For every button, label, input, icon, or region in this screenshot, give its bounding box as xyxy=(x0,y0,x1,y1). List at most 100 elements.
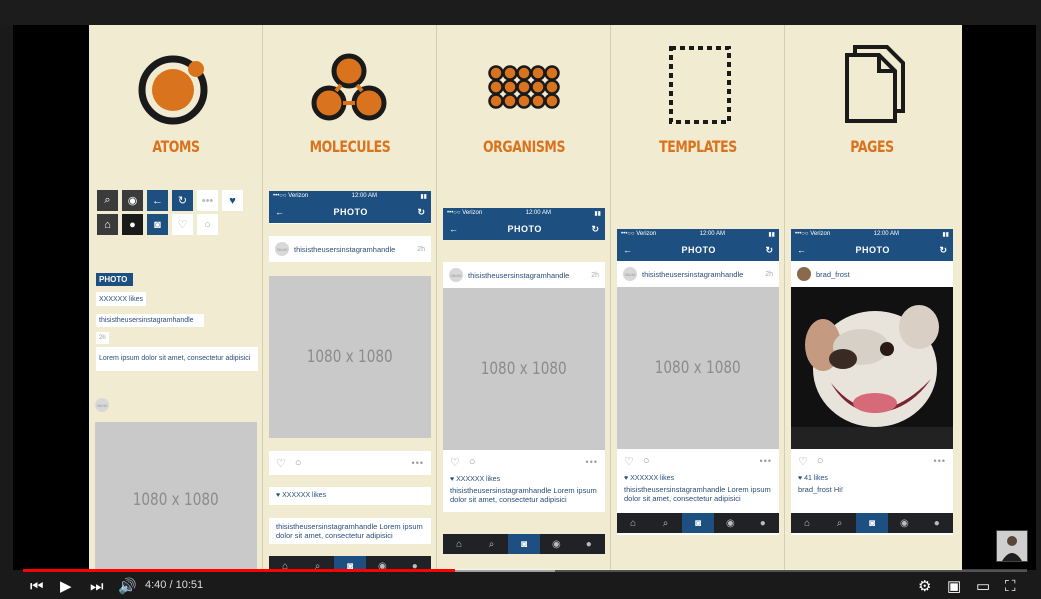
avatar: 36x36 xyxy=(449,268,463,282)
template-icon xyxy=(669,46,731,124)
comment-icon[interactable]: ○ xyxy=(295,457,302,469)
organism-icon xyxy=(488,65,560,109)
template-phone: •••○○ Verizon 12:00 AM ▮▮ ← PHOTO ↻ 36x36 thi… xyxy=(617,229,779,535)
time-atom: 2h xyxy=(96,332,109,344)
nav-bar: ← PHOTO ↻ xyxy=(617,239,779,261)
volume-icon[interactable]: 🔊 xyxy=(118,576,137,596)
time-display: 4:40 / 10:51 xyxy=(145,579,204,591)
column-templates: TEMPLATES •••○○ Verizon 12:00 AM ▮▮ ← PHOTO… xyxy=(611,25,785,570)
camera-icon: ◙ xyxy=(147,214,168,235)
home-icon[interactable]: ⌂ xyxy=(269,556,301,571)
profile-icon[interactable]: ● xyxy=(573,534,605,554)
image-placeholder: 1080 x 1080 xyxy=(269,276,431,438)
caption-text: brad_frost Hi! xyxy=(798,485,844,494)
search-icon[interactable]: ⌕ xyxy=(475,534,507,554)
pages-icon xyxy=(845,45,905,123)
nav-bar: ← PHOTO ↻ xyxy=(269,201,431,223)
previous-icon[interactable]: ⏮ xyxy=(30,576,44,596)
molecule-user-row: 36x36 thisistheusersinstagramhandle 2h xyxy=(269,236,431,262)
atom-icon xyxy=(138,55,208,125)
column-title-organisms: ORGANISMS xyxy=(482,137,566,156)
molecule-icon xyxy=(311,53,387,121)
likes-count: ♥ XXXXXX likes xyxy=(450,476,501,483)
back-arrow-icon: ← xyxy=(797,245,806,255)
molecule-header: •••○○ Verizon 12:00 AM ▮▮ ← PHOTO ↻ xyxy=(269,191,431,224)
theater-mode-icon[interactable]: ▭ xyxy=(976,576,990,596)
profile-icon[interactable]: ● xyxy=(747,513,779,533)
handle-link[interactable]: thisistheusersinstagramhandle xyxy=(468,271,586,280)
home-icon[interactable]: ⌂ xyxy=(617,513,649,533)
refresh-icon: ↻ xyxy=(765,244,773,255)
fullscreen-icon[interactable]: ⛶ xyxy=(1005,576,1016,596)
heart-outline-icon[interactable]: ♡ xyxy=(276,457,286,470)
home-icon[interactable]: ⌂ xyxy=(443,534,475,554)
search-icon[interactable]: ⌕ xyxy=(823,513,855,533)
lorem-atom: Lorem ipsum dolor sit amet, consectetur … xyxy=(96,347,258,371)
more-icon[interactable]: ••• xyxy=(412,458,424,468)
column-title-atoms: ATOMS xyxy=(152,137,200,156)
molecule-tabbar: ⌂ ⌕ ◙ ◉ ● xyxy=(269,556,431,570)
profile-icon[interactable]: ● xyxy=(399,556,431,571)
presenter-thumbnail xyxy=(996,530,1028,562)
more-icon[interactable]: ••• xyxy=(934,456,946,466)
handle-link[interactable]: thisistheusersinstagramhandle xyxy=(642,270,760,279)
profile-icon[interactable]: ● xyxy=(921,513,953,533)
molecule-actions: ♡ ○ ••• xyxy=(269,451,431,475)
image-placeholder: 1080 x 1080 xyxy=(617,287,779,449)
activity-icon[interactable]: ◉ xyxy=(888,513,920,533)
handle-link[interactable]: thisistheusersinstagramhandle xyxy=(294,245,412,254)
search-icon[interactable]: ⌕ xyxy=(301,556,333,571)
avatar: 36x36 xyxy=(623,267,637,281)
status-bar: •••○○ Verizon 12:00 AM ▮▮ xyxy=(617,229,779,239)
likes-count: ♥ XXXXXX likes xyxy=(624,475,675,482)
miniplayer-icon[interactable]: ▣ xyxy=(947,576,961,596)
home-icon[interactable]: ⌂ xyxy=(791,513,823,533)
column-molecules: MOLECULES •••○○ Verizon 12:00 AM ▮▮ ← PHOTO… xyxy=(263,25,437,570)
search-icon[interactable]: ⌕ xyxy=(649,513,681,533)
avatar-atom: 36x36 xyxy=(95,398,109,412)
heart-outline-icon[interactable]: ♡ xyxy=(450,456,460,469)
refresh-icon: ↻ xyxy=(591,223,599,234)
activity-icon[interactable]: ◉ xyxy=(714,513,746,533)
next-icon[interactable]: ⏭ xyxy=(90,576,104,596)
avatar xyxy=(797,267,811,281)
play-icon[interactable]: ▶ xyxy=(60,576,72,596)
comment-icon[interactable]: ○ xyxy=(817,455,824,467)
status-bar: •••○○ Verizon 12:00 AM ▮▮ xyxy=(269,191,431,201)
column-atoms: ATOMS ⌕ ◉ ← ↻ ••• ♥ ⌂ ● ◙ ♡ ○ PHOTO XXXX… xyxy=(89,25,263,570)
browser-top-bar xyxy=(0,0,1041,25)
caption-text: thisistheusersinstagramhandle Lorem ipsu… xyxy=(450,486,597,504)
avatar: 36x36 xyxy=(275,242,289,256)
more-icon[interactable]: ••• xyxy=(586,457,598,467)
search-icon: ⌕ xyxy=(97,190,118,211)
comment-icon[interactable]: ○ xyxy=(469,456,476,468)
camera-icon[interactable]: ◙ xyxy=(855,513,889,533)
molecule-caption: thisistheusersinstagramhandle Lorem ipsu… xyxy=(269,518,431,544)
nav-bar: ← PHOTO ↻ xyxy=(443,218,605,240)
video-frame[interactable]: ATOMS ⌕ ◉ ← ↻ ••• ♥ ⌂ ● ◙ ♡ ○ PHOTO XXXX… xyxy=(13,25,1036,570)
camera-icon[interactable]: ◙ xyxy=(507,534,541,554)
camera-icon[interactable]: ◙ xyxy=(333,556,367,570)
heart-outline-icon[interactable]: ♡ xyxy=(798,455,808,468)
more-icon: ••• xyxy=(197,190,218,211)
profile-icon: ● xyxy=(122,214,143,235)
activity-icon[interactable]: ◉ xyxy=(540,534,572,554)
caption-text: thisistheusersinstagramhandle Lorem ipsu… xyxy=(624,485,771,503)
photo-title-atom: PHOTO xyxy=(96,273,133,286)
page-phone: •••○○ Verizon 12:00 AM ▮▮ ← PHOTO ↻ brad_fro… xyxy=(791,229,953,535)
comment-icon[interactable]: ○ xyxy=(643,455,650,467)
settings-icon[interactable]: ⚙ xyxy=(918,576,931,596)
heart-outline-icon[interactable]: ♡ xyxy=(624,455,634,468)
likes-atom: XXXXXX likes xyxy=(96,292,146,306)
more-icon[interactable]: ••• xyxy=(760,456,772,466)
image-placeholder-atom: 1080 x 1080 xyxy=(95,422,257,570)
handle-link[interactable]: brad_frost xyxy=(816,270,947,279)
atomic-design-slide: ATOMS ⌕ ◉ ← ↻ ••• ♥ ⌂ ● ◙ ♡ ○ PHOTO XXXX… xyxy=(89,25,962,570)
handle-atom: thisistheusersinstagramhandle xyxy=(96,314,204,327)
image-placeholder: 1080 x 1080 xyxy=(443,288,605,450)
likes-count: ♥ 41 likes xyxy=(798,475,828,482)
status-bar: •••○○ Verizon 12:00 AM ▮▮ xyxy=(791,229,953,239)
camera-icon[interactable]: ◙ xyxy=(681,513,715,533)
activity-icon[interactable]: ◉ xyxy=(366,556,398,571)
refresh-icon: ↻ xyxy=(172,190,193,211)
